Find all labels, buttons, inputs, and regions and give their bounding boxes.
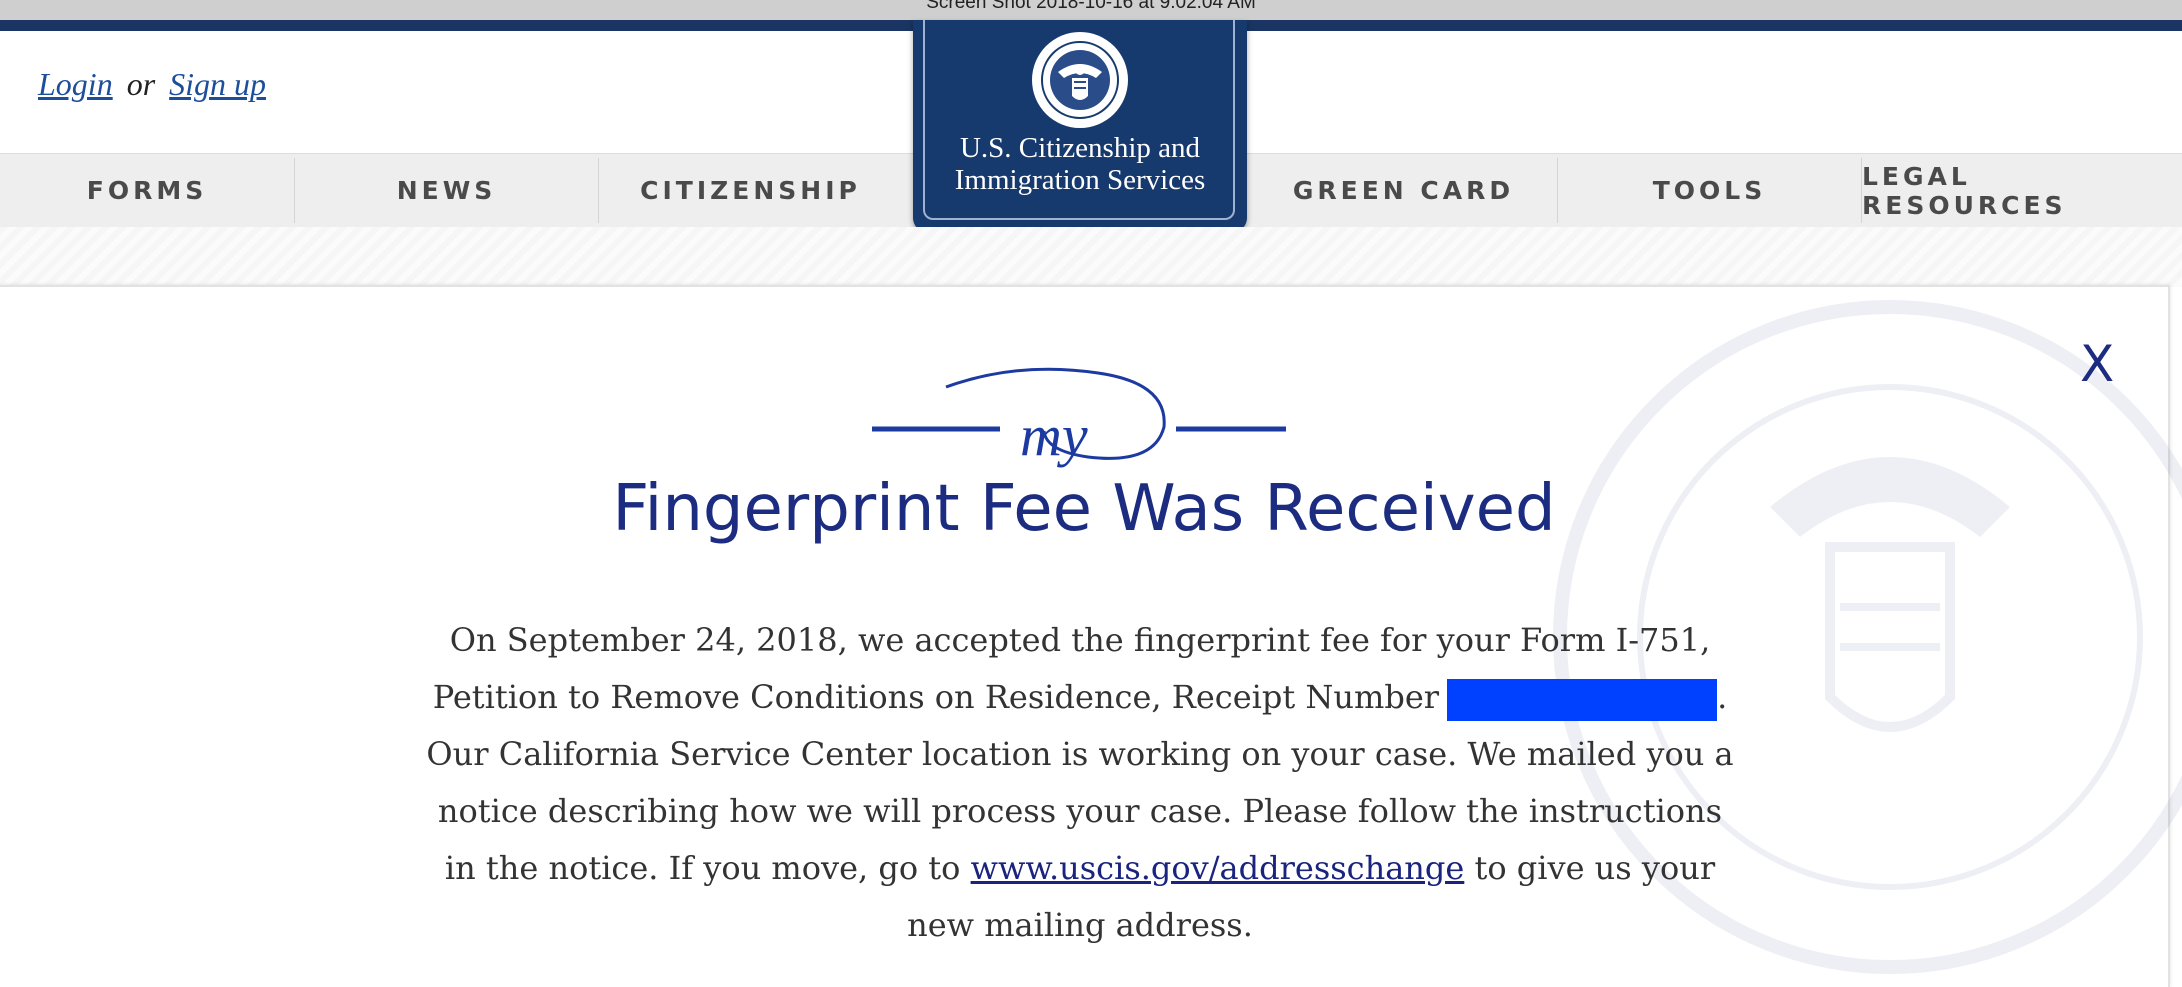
logo-line-2: Immigration Services [954,164,1206,196]
close-button[interactable]: X [2080,335,2114,393]
logo-wordmark: U.S. Citizenship and Immigration Service… [913,132,1247,196]
login-link[interactable]: Login [38,66,113,102]
window-titlebar: Screen Shot 2018-10-16 at 9.02.04 AM [0,0,2182,20]
address-change-link[interactable]: www.uscis.gov/addresschange [971,849,1465,887]
window-title: Screen Shot 2018-10-16 at 9.02.04 AM [926,0,1256,13]
logo-line-1: U.S. Citizenship and [959,132,1201,164]
case-status-description: On September 24, 2018, we accepted the f… [420,612,1740,954]
nav-item-citizenship[interactable]: CITIZENSHIP [599,154,902,227]
my-uscis-logo-icon: my [872,367,1286,468]
auth-links: Login or Sign up [38,66,266,103]
nav-item-legal-resources[interactable]: LEGAL RESOURCES [1862,154,2168,227]
nav-item-green-card[interactable]: GREEN CARD [1250,154,1557,227]
signup-link[interactable]: Sign up [169,66,266,102]
header-pattern-band [0,227,2182,287]
nav-item-news[interactable]: NEWS [295,154,598,227]
uscis-logo[interactable]: U.S. Citizenship and Immigration Service… [913,20,1247,232]
nav-item-tools[interactable]: TOOLS [1558,154,1861,227]
or-text: or [126,66,156,102]
nav-item-forms[interactable]: FORMS [0,154,294,227]
my-mark-text: my [1020,403,1088,468]
case-status-title: Fingerprint Fee Was Received [612,472,1556,546]
redacted-receipt-number [1447,678,1718,721]
dhs-seal-icon [1032,32,1128,128]
